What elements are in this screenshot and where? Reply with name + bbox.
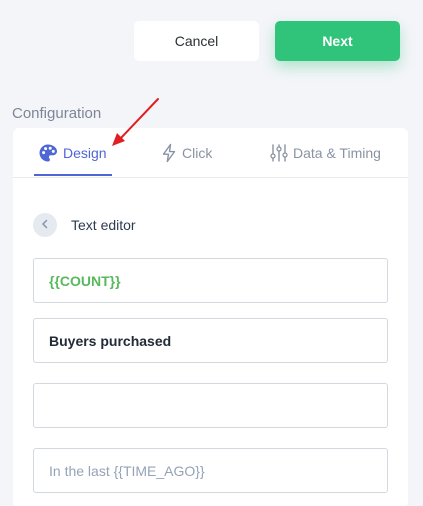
tab-click[interactable]: Click: [161, 128, 212, 178]
tab-design[interactable]: Design: [38, 128, 107, 178]
configuration-panel: Design Click Data & Timing Text editor {…: [13, 128, 408, 506]
sliders-icon: [270, 143, 288, 163]
next-button[interactable]: Next: [275, 21, 400, 61]
time-ago-text-field[interactable]: [33, 448, 388, 493]
lightning-icon: [161, 143, 177, 163]
section-title: Configuration: [12, 105, 102, 122]
tab-bar: Design Click Data & Timing: [13, 128, 408, 178]
tab-design-label: Design: [63, 145, 107, 161]
tab-data-timing[interactable]: Data & Timing: [270, 128, 381, 178]
text-editor-title: Text editor: [71, 217, 136, 233]
empty-text-field[interactable]: [33, 383, 388, 428]
message-text-field[interactable]: [33, 318, 388, 363]
text-editor-header: Text editor: [33, 213, 136, 237]
chevron-left-icon: [40, 216, 50, 234]
active-tab-indicator: [34, 174, 112, 176]
tab-data-timing-label: Data & Timing: [293, 145, 381, 161]
tab-click-label: Click: [182, 145, 213, 161]
back-button[interactable]: [33, 213, 57, 237]
cancel-button[interactable]: Cancel: [134, 21, 259, 61]
count-text-field[interactable]: [33, 258, 388, 303]
palette-icon: [38, 143, 58, 163]
